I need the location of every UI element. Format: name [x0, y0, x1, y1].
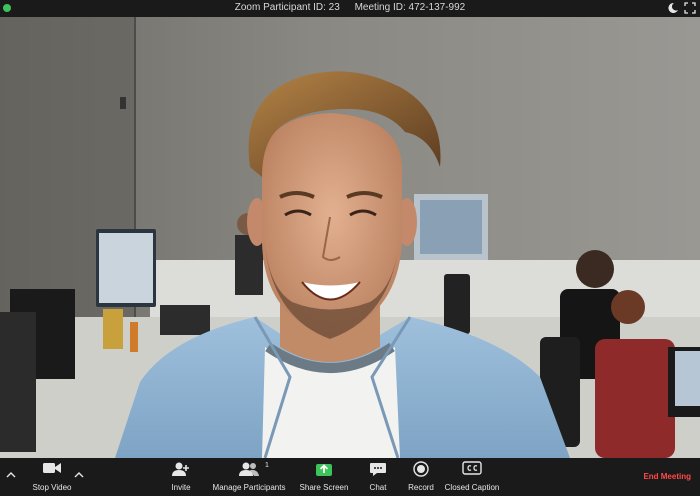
stop-video-label: Stop Video	[32, 483, 72, 492]
add-person-icon	[172, 462, 189, 476]
participant-video-image	[0, 17, 700, 458]
manage-participants-label: Manage Participants	[212, 483, 286, 492]
fullscreen-icon[interactable]	[684, 2, 696, 14]
video-feed	[0, 17, 700, 458]
share-screen-button[interactable]: Share Screen	[296, 458, 352, 496]
invite-button[interactable]: Invite	[164, 458, 198, 496]
chat-bubble-icon	[370, 463, 386, 476]
participant-count-badge: 1	[265, 462, 269, 469]
record-label: Record	[408, 483, 434, 492]
record-icon	[413, 461, 429, 477]
share-arrow-icon	[316, 464, 332, 476]
chevron-up-icon[interactable]	[74, 471, 84, 479]
share-screen-label: Share Screen	[299, 483, 349, 492]
moon-icon[interactable]	[667, 2, 679, 14]
closed-caption-button[interactable]: Closed Caption	[442, 458, 502, 496]
closed-caption-label: Closed Caption	[444, 483, 500, 492]
manage-participants-button[interactable]: Manage Participants	[208, 458, 290, 496]
record-button[interactable]: Record	[404, 458, 438, 496]
window-title-bar: Zoom Participant ID: 23 Meeting ID: 472-…	[0, 0, 700, 17]
chat-label: Chat	[369, 483, 387, 492]
video-camera-icon	[43, 463, 61, 473]
meeting-toolbar: Stop Video Invite Manage Participants 1 …	[0, 458, 700, 496]
chat-button[interactable]: Chat	[362, 458, 394, 496]
meeting-id-label: Meeting ID: 472-137-992	[354, 2, 466, 13]
closed-caption-icon	[462, 461, 482, 475]
chevron-up-icon[interactable]	[6, 471, 16, 479]
participant-id-label: Zoom Participant ID: 23	[234, 2, 340, 13]
people-icon	[239, 462, 259, 476]
invite-label: Invite	[171, 483, 191, 492]
meeting-info: Zoom Participant ID: 23 Meeting ID: 472-…	[0, 2, 700, 13]
stop-video-button[interactable]: Stop Video	[28, 458, 76, 496]
end-meeting-button[interactable]: End Meeting	[643, 472, 691, 481]
